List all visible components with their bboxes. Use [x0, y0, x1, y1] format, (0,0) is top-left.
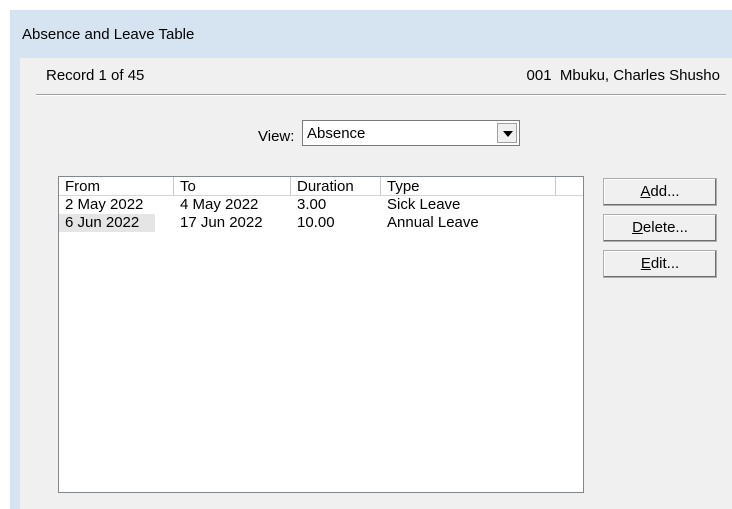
- content-panel: Record 1 of 45 001 Mbuku, Charles Shusho…: [20, 58, 732, 509]
- record-position: Record 1 of 45: [46, 67, 145, 84]
- column-header-filler: [556, 177, 585, 195]
- cell-duration: 10.00: [297, 214, 335, 231]
- title-bar: Absence and Leave Table: [10, 10, 732, 60]
- view-dropdown-button[interactable]: [497, 123, 517, 143]
- cell-to: 17 Jun 2022: [180, 214, 263, 231]
- list-item[interactable]: 2 May 2022 4 May 2022 3.00 Sick Leave: [59, 196, 583, 214]
- delete-button[interactable]: Delete...: [603, 214, 717, 242]
- add-button[interactable]: Add...: [603, 178, 717, 206]
- chevron-down-icon: [503, 131, 513, 137]
- employee-name: 001 Mbuku, Charles Shusho: [526, 67, 720, 84]
- cell-from: 6 Jun 2022: [65, 214, 140, 231]
- cell-from: 2 May 2022: [65, 196, 144, 213]
- delete-button-mnemonic: D: [632, 219, 643, 236]
- separator-highlight: [36, 95, 726, 96]
- view-select-value: Absence: [307, 125, 366, 142]
- view-label: View:: [258, 128, 295, 145]
- edit-button[interactable]: Edit...: [603, 250, 717, 278]
- edit-button-mnemonic: E: [640, 255, 651, 272]
- view-select[interactable]: Absence: [302, 120, 520, 146]
- absence-list[interactable]: From To Duration Type 2 May 2022 4 May 2…: [58, 176, 584, 493]
- delete-button-label: elete...: [642, 219, 688, 236]
- cell-type: Annual Leave: [387, 214, 479, 231]
- add-button-mnemonic: A: [640, 183, 651, 200]
- list-header: From To Duration Type: [59, 177, 583, 196]
- list-item[interactable]: 6 Jun 2022 17 Jun 2022 10.00 Annual Leav…: [59, 214, 583, 232]
- edit-button-label: dit...: [650, 255, 680, 272]
- add-button-label: dd...: [650, 183, 680, 200]
- column-header-from[interactable]: From: [59, 177, 174, 195]
- cell-duration: 3.00: [297, 196, 327, 213]
- column-header-duration[interactable]: Duration: [291, 177, 381, 195]
- column-header-to[interactable]: To: [174, 177, 291, 195]
- cell-type: Sick Leave: [387, 196, 461, 213]
- absence-leave-window: Absence and Leave Table Record 1 of 45 0…: [10, 10, 732, 509]
- cell-to: 4 May 2022: [180, 196, 259, 213]
- column-header-type[interactable]: Type: [381, 177, 556, 195]
- window-title: Absence and Leave Table: [22, 26, 195, 43]
